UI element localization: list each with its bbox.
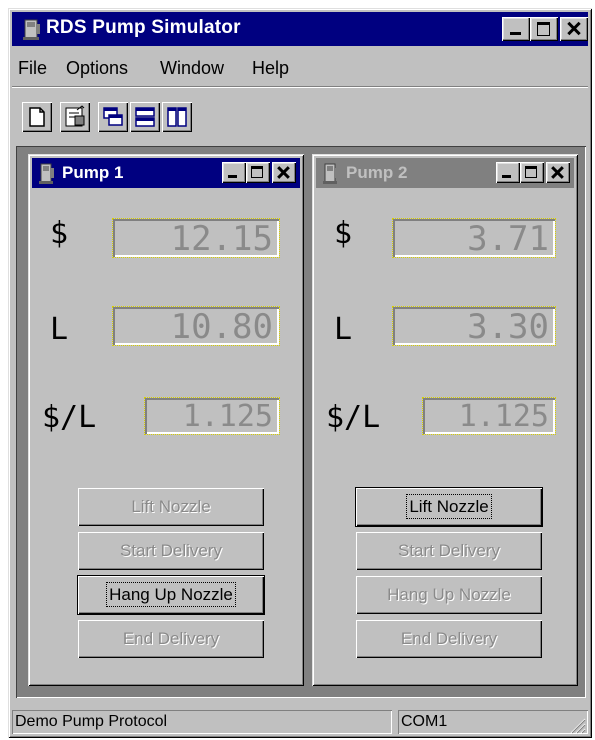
status-protocol: Demo Pump Protocol bbox=[12, 710, 392, 734]
pump-2-maximize-button[interactable] bbox=[520, 162, 544, 183]
pump-2-window[interactable]: Pump 2 $ 3.71 L 3.30 $/L 1.125 Lift Nozz… bbox=[312, 154, 578, 686]
close-button[interactable] bbox=[560, 17, 588, 41]
amount-label: $ bbox=[334, 216, 353, 251]
volume-label: L bbox=[50, 312, 69, 347]
properties-button[interactable] bbox=[60, 102, 90, 132]
pump-1-window[interactable]: Pump 1 $ 12.15 L 10.80 $/L 1.125 Lift No… bbox=[28, 154, 304, 686]
pump-icon bbox=[23, 19, 40, 40]
tile-vertical-icon bbox=[167, 107, 187, 127]
amount-label: $ bbox=[50, 216, 69, 251]
lift-nozzle-button[interactable]: Lift Nozzle bbox=[356, 488, 542, 526]
pump-2-close-button[interactable] bbox=[546, 162, 570, 183]
start-delivery-button[interactable]: Start Delivery bbox=[78, 532, 264, 570]
hang-up-nozzle-button[interactable]: Hang Up Nozzle bbox=[78, 576, 264, 614]
resize-grip-icon[interactable] bbox=[568, 716, 586, 734]
window-title: RDS Pump Simulator bbox=[46, 17, 241, 38]
end-delivery-button[interactable]: End Delivery bbox=[356, 620, 542, 658]
new-document-icon bbox=[29, 107, 45, 127]
volume-display: 10.80 bbox=[112, 306, 280, 347]
menu-bar: File Options Window Help bbox=[12, 48, 588, 84]
menu-window[interactable]: Window bbox=[160, 58, 224, 79]
tile-vertical-button[interactable] bbox=[162, 102, 192, 132]
properties-icon bbox=[65, 105, 85, 127]
price-label: $/L bbox=[42, 400, 97, 435]
pump-icon bbox=[323, 163, 338, 184]
toolbar bbox=[12, 86, 588, 141]
pump-1-maximize-button[interactable] bbox=[246, 162, 270, 183]
maximize-button[interactable] bbox=[530, 17, 558, 41]
lift-nozzle-button[interactable]: Lift Nozzle bbox=[78, 488, 264, 526]
amount-display: 12.15 bbox=[112, 218, 280, 259]
menu-file[interactable]: File bbox=[18, 58, 47, 79]
mdi-client-area: Pump 1 $ 12.15 L 10.80 $/L 1.125 Lift No… bbox=[16, 146, 586, 698]
tile-horizontal-button[interactable] bbox=[130, 102, 160, 132]
pump-1-title-bar[interactable]: Pump 1 bbox=[32, 158, 300, 188]
hang-up-nozzle-button[interactable]: Hang Up Nozzle bbox=[356, 576, 542, 614]
pump-2-title: Pump 2 bbox=[346, 163, 408, 182]
pump-1-minimize-button[interactable] bbox=[222, 162, 246, 183]
pump-2-title-bar[interactable]: Pump 2 bbox=[316, 158, 574, 188]
price-display: 1.125 bbox=[144, 397, 280, 435]
status-bar: Demo Pump Protocol COM1 bbox=[12, 708, 588, 736]
pump-1-close-button[interactable] bbox=[272, 162, 296, 183]
volume-label: L bbox=[334, 312, 353, 347]
main-window: RDS Pump Simulator File Options Window H… bbox=[8, 8, 592, 738]
volume-display: 3.30 bbox=[392, 306, 556, 347]
price-label: $/L bbox=[326, 400, 381, 435]
tile-horizontal-icon bbox=[135, 107, 155, 127]
end-delivery-button[interactable]: End Delivery bbox=[78, 620, 264, 658]
amount-display: 3.71 bbox=[392, 218, 556, 259]
new-document-button[interactable] bbox=[22, 102, 52, 132]
menu-help[interactable]: Help bbox=[252, 58, 289, 79]
status-port: COM1 bbox=[398, 710, 588, 734]
pump-1-title: Pump 1 bbox=[62, 163, 124, 182]
cascade-icon bbox=[103, 107, 123, 126]
title-bar[interactable]: RDS Pump Simulator bbox=[12, 12, 588, 46]
pump-icon bbox=[39, 163, 54, 184]
start-delivery-button[interactable]: Start Delivery bbox=[356, 532, 542, 570]
minimize-button[interactable] bbox=[502, 17, 530, 41]
pump-2-minimize-button[interactable] bbox=[496, 162, 520, 183]
price-display: 1.125 bbox=[422, 397, 556, 435]
menu-options[interactable]: Options bbox=[66, 58, 128, 79]
cascade-button[interactable] bbox=[98, 102, 128, 132]
